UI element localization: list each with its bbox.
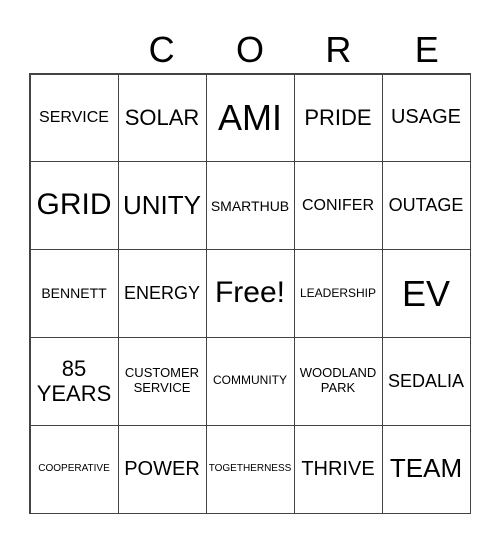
- header-letter: R: [325, 29, 352, 70]
- bingo-cell[interactable]: POWER: [117, 424, 207, 514]
- bingo-card: SERVICE SOLAR AMI PRIDE USAGE GRID UNITY…: [29, 73, 471, 514]
- bingo-cell[interactable]: EV: [381, 249, 471, 338]
- bingo-cell[interactable]: THRIVE: [293, 424, 383, 514]
- bingo-cell[interactable]: TEAM: [381, 424, 471, 514]
- bingo-cell[interactable]: OUTAGE: [381, 161, 471, 251]
- bingo-cell[interactable]: UNITY: [117, 161, 207, 251]
- bingo-cell[interactable]: TOGETHERNESS: [205, 424, 295, 514]
- bingo-cell[interactable]: BENNETT: [29, 249, 119, 338]
- free-space[interactable]: Free!: [205, 249, 295, 338]
- header-letter: C: [148, 29, 175, 70]
- bingo-cell[interactable]: SOLAR: [117, 73, 207, 163]
- bingo-cell[interactable]: GRID: [29, 161, 119, 251]
- header-letter: [29, 28, 117, 72]
- bingo-cell[interactable]: 85 YEARS: [29, 336, 119, 426]
- bingo-cell[interactable]: CONIFER: [293, 161, 383, 251]
- bingo-cell[interactable]: AMI: [205, 73, 295, 163]
- bingo-cell[interactable]: SERVICE: [29, 73, 119, 163]
- bingo-cell[interactable]: PRIDE: [293, 73, 383, 163]
- header-letter: O: [235, 29, 264, 70]
- bingo-cell[interactable]: CUSTOMER SERVICE: [117, 336, 207, 426]
- bingo-cell[interactable]: USAGE: [381, 73, 471, 163]
- bingo-cell[interactable]: WOODLAND PARK: [293, 336, 383, 426]
- bingo-cell[interactable]: LEADERSHIP: [293, 249, 383, 338]
- bingo-cell[interactable]: SMARTHUB: [205, 161, 295, 251]
- header-letter: E: [414, 29, 439, 70]
- bingo-header: C O R E: [29, 28, 471, 72]
- bingo-cell[interactable]: SEDALIA: [381, 336, 471, 426]
- bingo-cell[interactable]: COMMUNITY: [205, 336, 295, 426]
- bingo-cell[interactable]: ENERGY: [117, 249, 207, 338]
- bingo-cell[interactable]: COOPERATIVE: [29, 424, 119, 514]
